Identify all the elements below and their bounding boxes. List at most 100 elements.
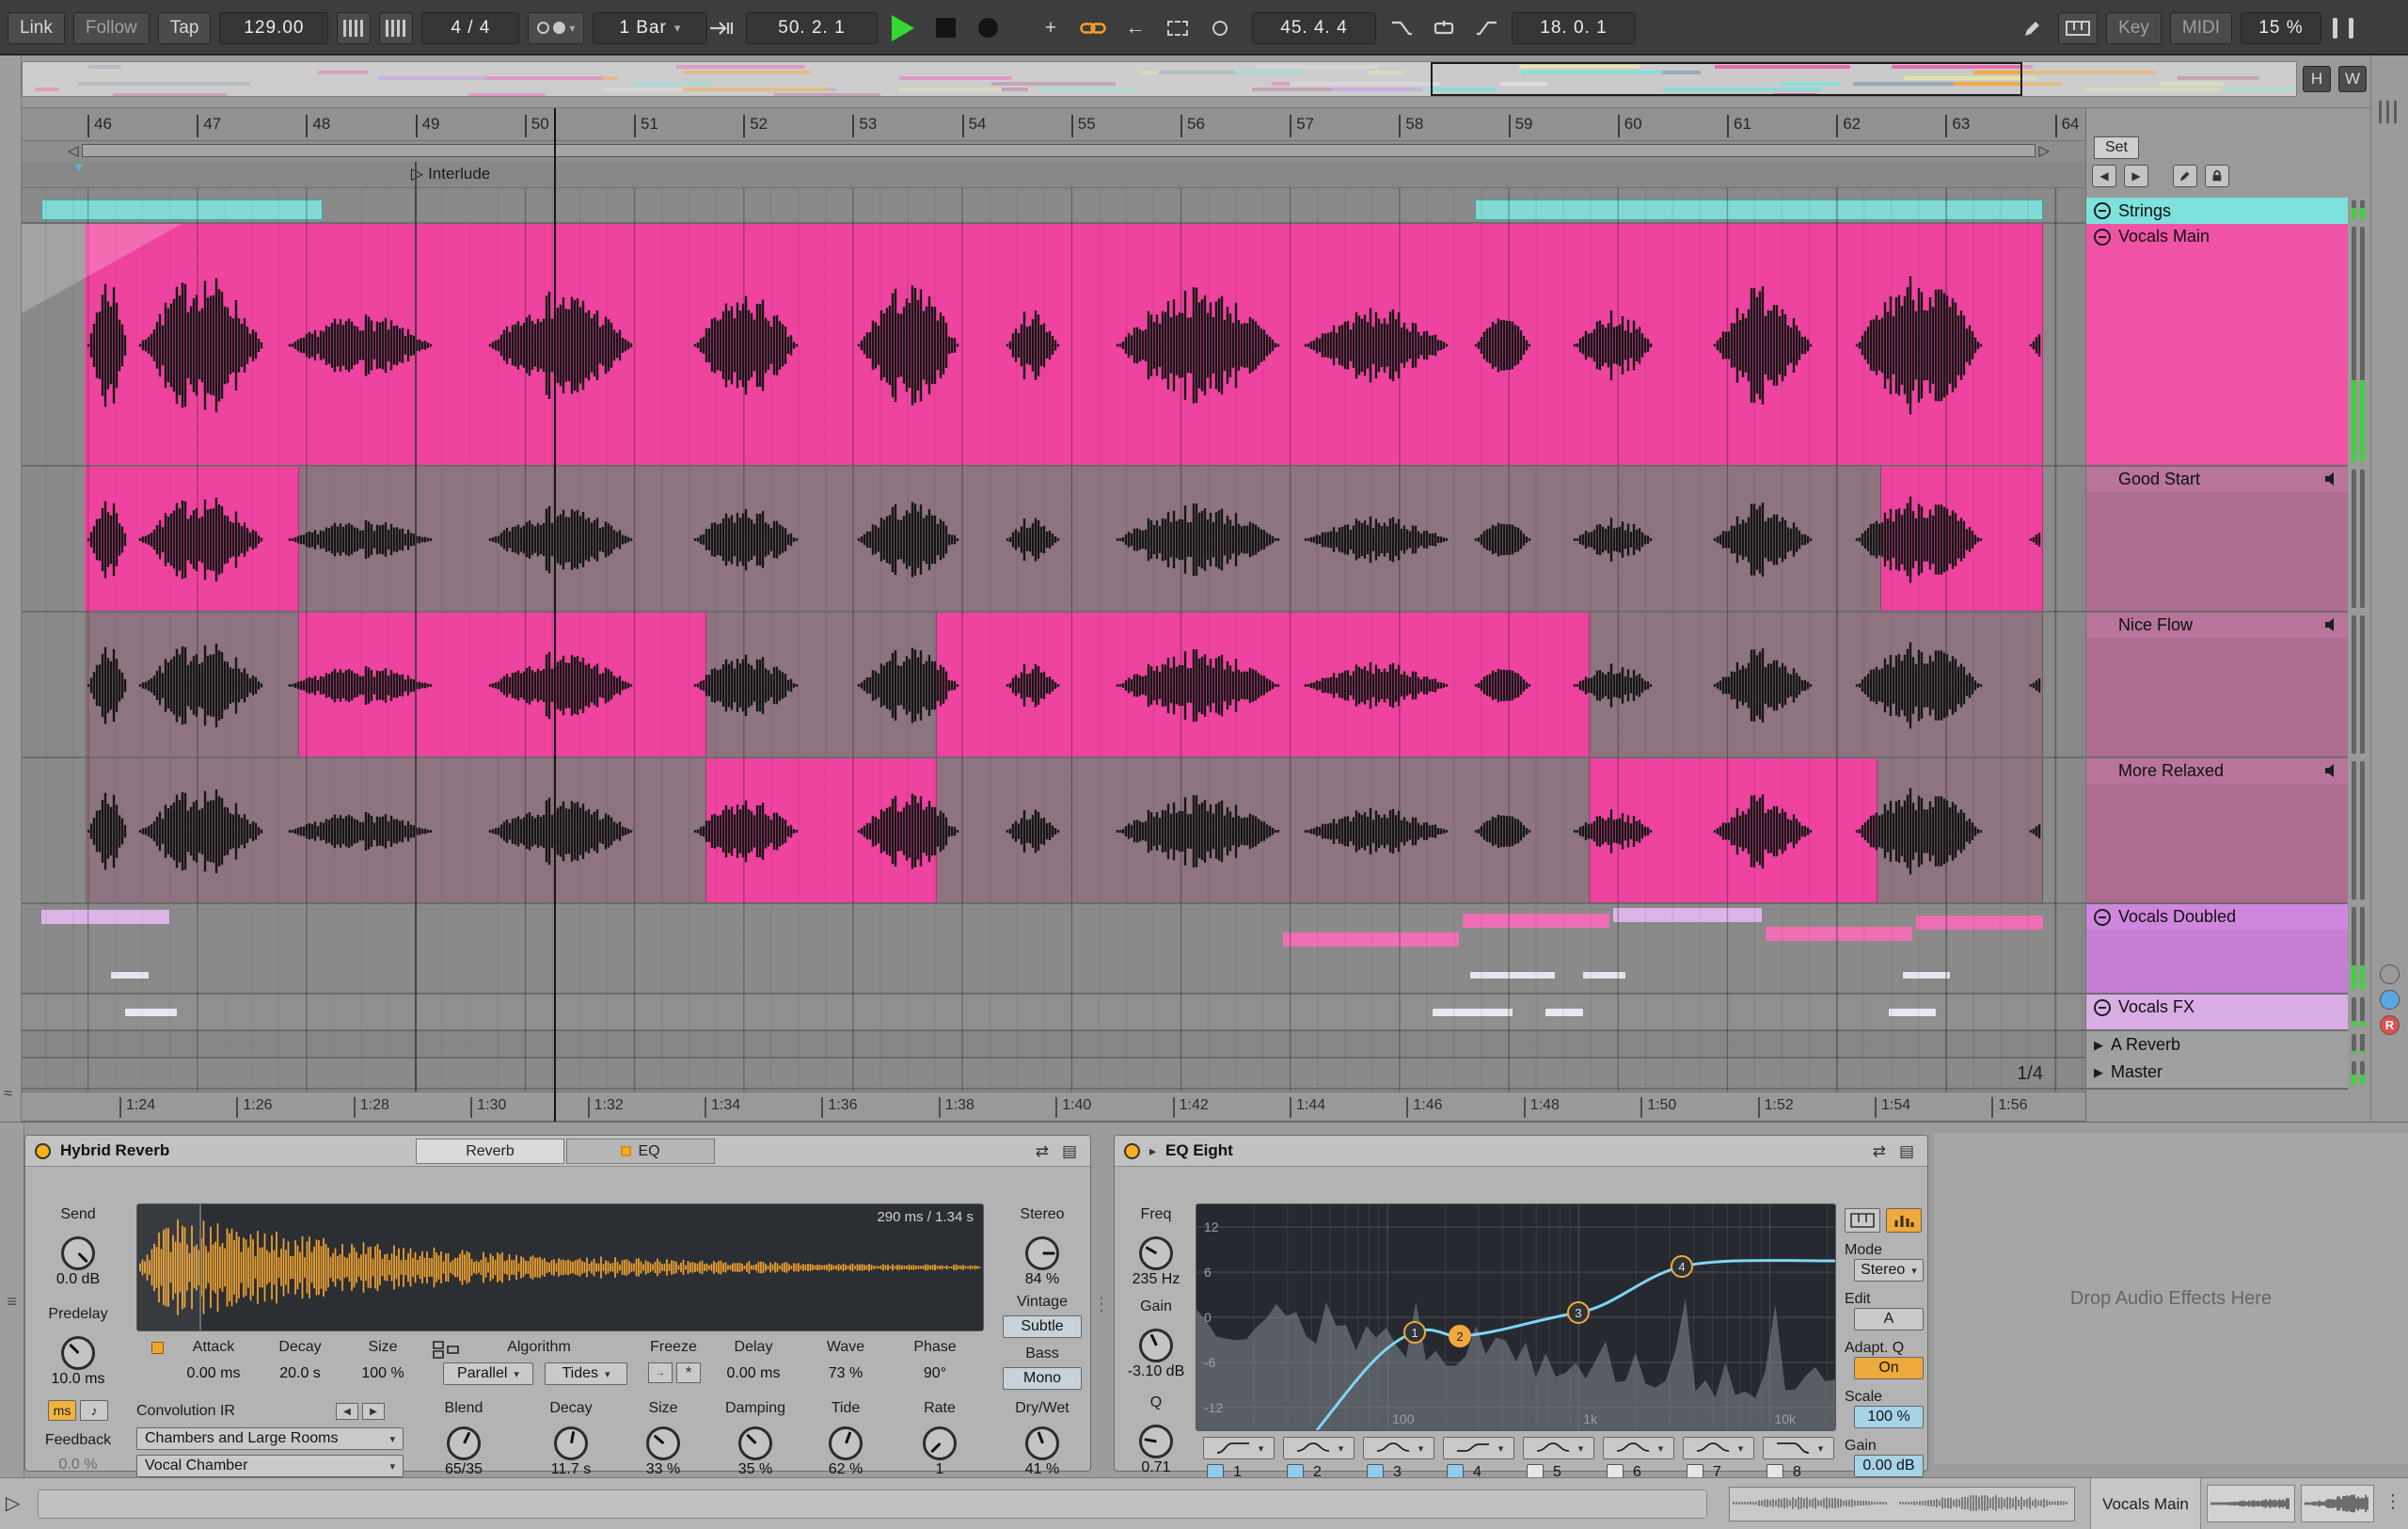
unfold-track-icon[interactable]	[2094, 908, 2111, 926]
band-7-filter-type[interactable]	[1683, 1437, 1754, 1459]
band-3-filter-type[interactable]	[1363, 1437, 1434, 1459]
sidebar-track-nice-flow[interactable]: Nice Flow	[2086, 613, 2349, 758]
sidebar-track-vocals-fx[interactable]: Vocals FX	[2086, 995, 2349, 1031]
selection-box-button[interactable]	[1161, 12, 1195, 44]
locator-row[interactable]: ▾ ▷ Interlude	[22, 159, 2085, 188]
fx-clip[interactable]	[1545, 1009, 1583, 1016]
back-to-arrangement-button[interactable]: ←	[1118, 12, 1152, 44]
sidebar-track-more-relaxed[interactable]: More Relaxed	[2086, 758, 2349, 904]
track-header-vocals-main[interactable]: Vocals Main	[2086, 224, 2349, 249]
follow-button[interactable]: Follow	[72, 11, 150, 44]
stop-button[interactable]	[928, 12, 962, 44]
attack-color-chip[interactable]	[151, 1342, 164, 1354]
spectrum-view-button[interactable]	[1886, 1208, 1922, 1233]
next-locator-button[interactable]: ▶	[2124, 165, 2148, 187]
tide-knob[interactable]	[829, 1426, 863, 1460]
tab-eq[interactable]: EQ	[566, 1139, 715, 1164]
damping-knob[interactable]	[738, 1426, 772, 1460]
ir-attack-marker[interactable]	[199, 1204, 201, 1330]
playhead[interactable]	[554, 108, 556, 1122]
midi-clip[interactable]	[1903, 972, 1950, 979]
time-signature-field[interactable]: 4 / 4	[421, 11, 520, 44]
fx-clip[interactable]	[125, 1009, 177, 1016]
size-knob[interactable]	[646, 1426, 680, 1460]
phase-nudge-up-button[interactable]	[379, 11, 414, 44]
hot-swap-icon[interactable]: ⇄	[1873, 1142, 1886, 1161]
midi-map-button[interactable]: MIDI	[2169, 11, 2232, 44]
midi-clip[interactable]	[1916, 916, 2043, 930]
eq-display[interactable]: 12 6 0 -6 -12 100 1k 10k 1 2 3 4	[1196, 1203, 1836, 1431]
loop-end-handle[interactable]: ▷	[2038, 142, 2050, 159]
freeze-flat-button[interactable]: *	[676, 1362, 701, 1383]
routing-select[interactable]: Parallel	[443, 1362, 533, 1385]
status-play-icon[interactable]: ▷	[6, 1491, 20, 1515]
track-header-master[interactable]: ▶ Master	[2086, 1059, 2349, 1086]
fx-clip[interactable]	[1433, 1009, 1513, 1016]
device-fold-icon[interactable]: ▸	[1149, 1143, 1156, 1159]
clip-strings[interactable]	[1475, 199, 2043, 220]
track-header-vocals-fx[interactable]: Vocals FX	[2086, 995, 2349, 1020]
band-8-filter-type[interactable]	[1763, 1437, 1834, 1459]
freeze-in-button[interactable]: →	[648, 1362, 673, 1383]
quantize-menu[interactable]: 1 Bar	[593, 11, 708, 44]
hot-swap-icon[interactable]: ⇄	[1036, 1142, 1049, 1161]
blend-knob[interactable]	[447, 1426, 481, 1460]
sidebar-track-a-reverb[interactable]: ▶ A Reverb	[2086, 1031, 2349, 1059]
midi-clip[interactable]	[1463, 914, 1609, 928]
computer-midi-keyboard-button[interactable]	[2058, 11, 2099, 44]
track-header-nice-flow[interactable]: Nice Flow	[2086, 613, 2349, 638]
capture-midi-button[interactable]: +	[1034, 12, 1068, 44]
track-header-good-start[interactable]: Good Start	[2086, 467, 2349, 492]
save-preset-icon[interactable]: ▤	[1062, 1142, 1077, 1161]
prev-ir-button[interactable]: ◀	[336, 1403, 358, 1420]
arrangement-position-field[interactable]: 50. 2. 1	[746, 11, 878, 44]
locator-interlude[interactable]: ▷ Interlude	[411, 165, 490, 183]
band-5-filter-type[interactable]	[1523, 1437, 1594, 1459]
prev-locator-button[interactable]: ◀	[2092, 165, 2116, 187]
next-ir-button[interactable]: ▶	[362, 1403, 385, 1420]
sidebar-track-master[interactable]: ▶ Master	[2086, 1059, 2349, 1090]
clip-thumbnail[interactable]	[2207, 1485, 2295, 1522]
fx-clip[interactable]	[1889, 1009, 1936, 1016]
arrangement-overdub-button[interactable]	[1076, 12, 1110, 44]
clip-strings[interactable]	[41, 199, 323, 220]
midi-clip[interactable]	[1766, 927, 1912, 941]
tempo-field[interactable]: 129.00	[219, 11, 329, 44]
midi-clip[interactable]	[1470, 972, 1555, 979]
freq-knob[interactable]	[1139, 1236, 1173, 1270]
punch-out-button[interactable]	[1469, 12, 1503, 44]
selected-clip-name[interactable]: Vocals Main	[2090, 1478, 2201, 1529]
tap-tempo-button[interactable]: Tap	[157, 11, 212, 44]
loop-button[interactable]	[1427, 12, 1461, 44]
speaker-icon[interactable]	[2324, 763, 2339, 783]
band-6-filter-type[interactable]	[1603, 1437, 1674, 1459]
arrangement-tracks[interactable]: 1/4	[22, 188, 2085, 1091]
algorithm-select[interactable]: Tides	[545, 1362, 627, 1385]
sidebar-track-vocals-doubled[interactable]: Vocals Doubled	[2086, 904, 2349, 995]
bass-select[interactable]: Mono	[1003, 1367, 1082, 1390]
scale-field[interactable]: 100 %	[1854, 1406, 1924, 1428]
predelay-knob[interactable]	[61, 1336, 95, 1370]
ir-display[interactable]: 290 ms / 1.34 s	[136, 1203, 984, 1331]
clip-thumbnail[interactable]	[2301, 1485, 2374, 1522]
fold-track-icon[interactable]: ▶	[2094, 1038, 2103, 1053]
adapt-q-button[interactable]: On	[1854, 1357, 1924, 1379]
clip-overview[interactable]	[1729, 1487, 2075, 1521]
band-4-filter-type[interactable]	[1443, 1437, 1514, 1459]
play-button[interactable]	[886, 12, 920, 44]
fold-track-icon[interactable]: ▶	[2094, 1065, 2103, 1080]
loop-start-handle[interactable]: ◁	[68, 142, 79, 159]
time-ruler[interactable]: 1:24 1:26 1:28 1:30 1:32 1:34 1:36 1:38 1:40 1:42…	[22, 1091, 2085, 1122]
speaker-icon[interactable]	[2324, 471, 2339, 491]
arrangement-overview[interactable]	[22, 61, 2297, 97]
hybrid-reverb-header[interactable]: Hybrid Reverb Reverb EQ ⇄ ▤	[25, 1136, 1090, 1167]
unfold-track-icon[interactable]	[2094, 202, 2111, 219]
ir-file-select[interactable]: Vocal Chamber	[136, 1455, 404, 1477]
edit-channel-button[interactable]: A	[1854, 1308, 1924, 1330]
pencil-icon[interactable]	[2173, 165, 2197, 187]
sidebar-track-strings[interactable]: Strings	[2086, 198, 2349, 224]
sidebar-track-vocals-main[interactable]: Vocals Main	[2086, 224, 2349, 467]
device-activator-led[interactable]	[35, 1142, 51, 1159]
punch-in-button[interactable]	[1385, 12, 1418, 44]
bar-ruler[interactable]: 46 47 48 49 50 51 52 53 54 55 56 57 58 59 60 61 62 63 64	[22, 108, 2085, 141]
